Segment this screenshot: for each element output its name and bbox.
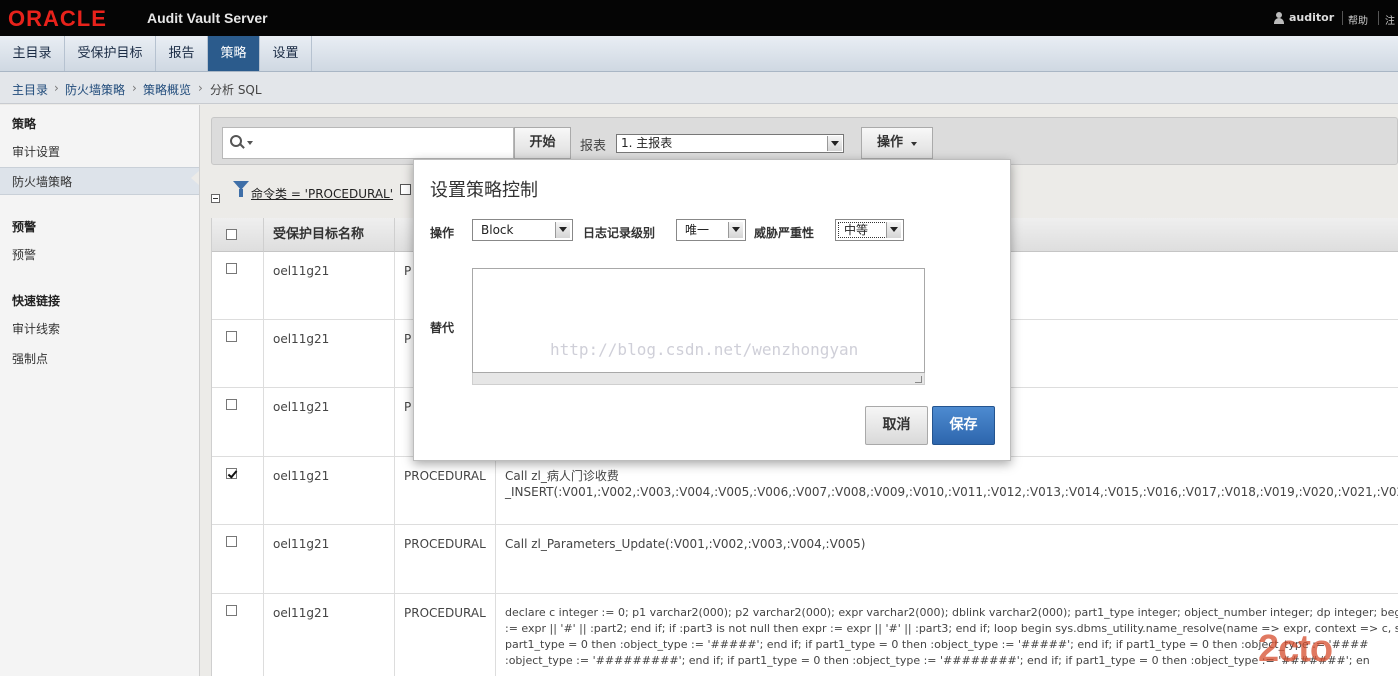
logging-level-label: 日志记录级别 bbox=[583, 226, 656, 240]
action-label: 操作 bbox=[430, 226, 455, 240]
resize-grip-icon[interactable] bbox=[915, 376, 922, 383]
threat-severity-label: 威胁严重性 bbox=[754, 226, 815, 240]
logging-level-select[interactable]: 唯一 bbox=[676, 219, 746, 241]
substitute-label: 替代 bbox=[430, 321, 455, 335]
action-select[interactable]: Block bbox=[472, 219, 573, 241]
threat-severity-select[interactable]: 中等 bbox=[835, 219, 904, 241]
cancel-button[interactable]: 取消 bbox=[865, 406, 928, 445]
save-button[interactable]: 保存 bbox=[932, 406, 995, 445]
dropdown-arrow-icon[interactable] bbox=[886, 222, 901, 238]
logging-level-value: 唯一 bbox=[685, 223, 710, 237]
threat-severity-value: 中等 bbox=[844, 223, 869, 237]
action-select-value: Block bbox=[481, 223, 514, 237]
dropdown-arrow-icon[interactable] bbox=[555, 222, 570, 238]
dialog-title: 设置策略控制 bbox=[430, 180, 538, 201]
blog-watermark: http://blog.csdn.net/wenzhongyan bbox=[550, 340, 859, 359]
textarea-resize-bar bbox=[472, 373, 925, 385]
corner-watermark-logo: 2cto bbox=[1258, 628, 1333, 670]
policy-control-dialog: 设置策略控制 操作 Block 日志记录级别 唯一 威胁严重性 中等 替代 ht… bbox=[413, 159, 1011, 461]
dropdown-arrow-icon[interactable] bbox=[728, 222, 743, 238]
